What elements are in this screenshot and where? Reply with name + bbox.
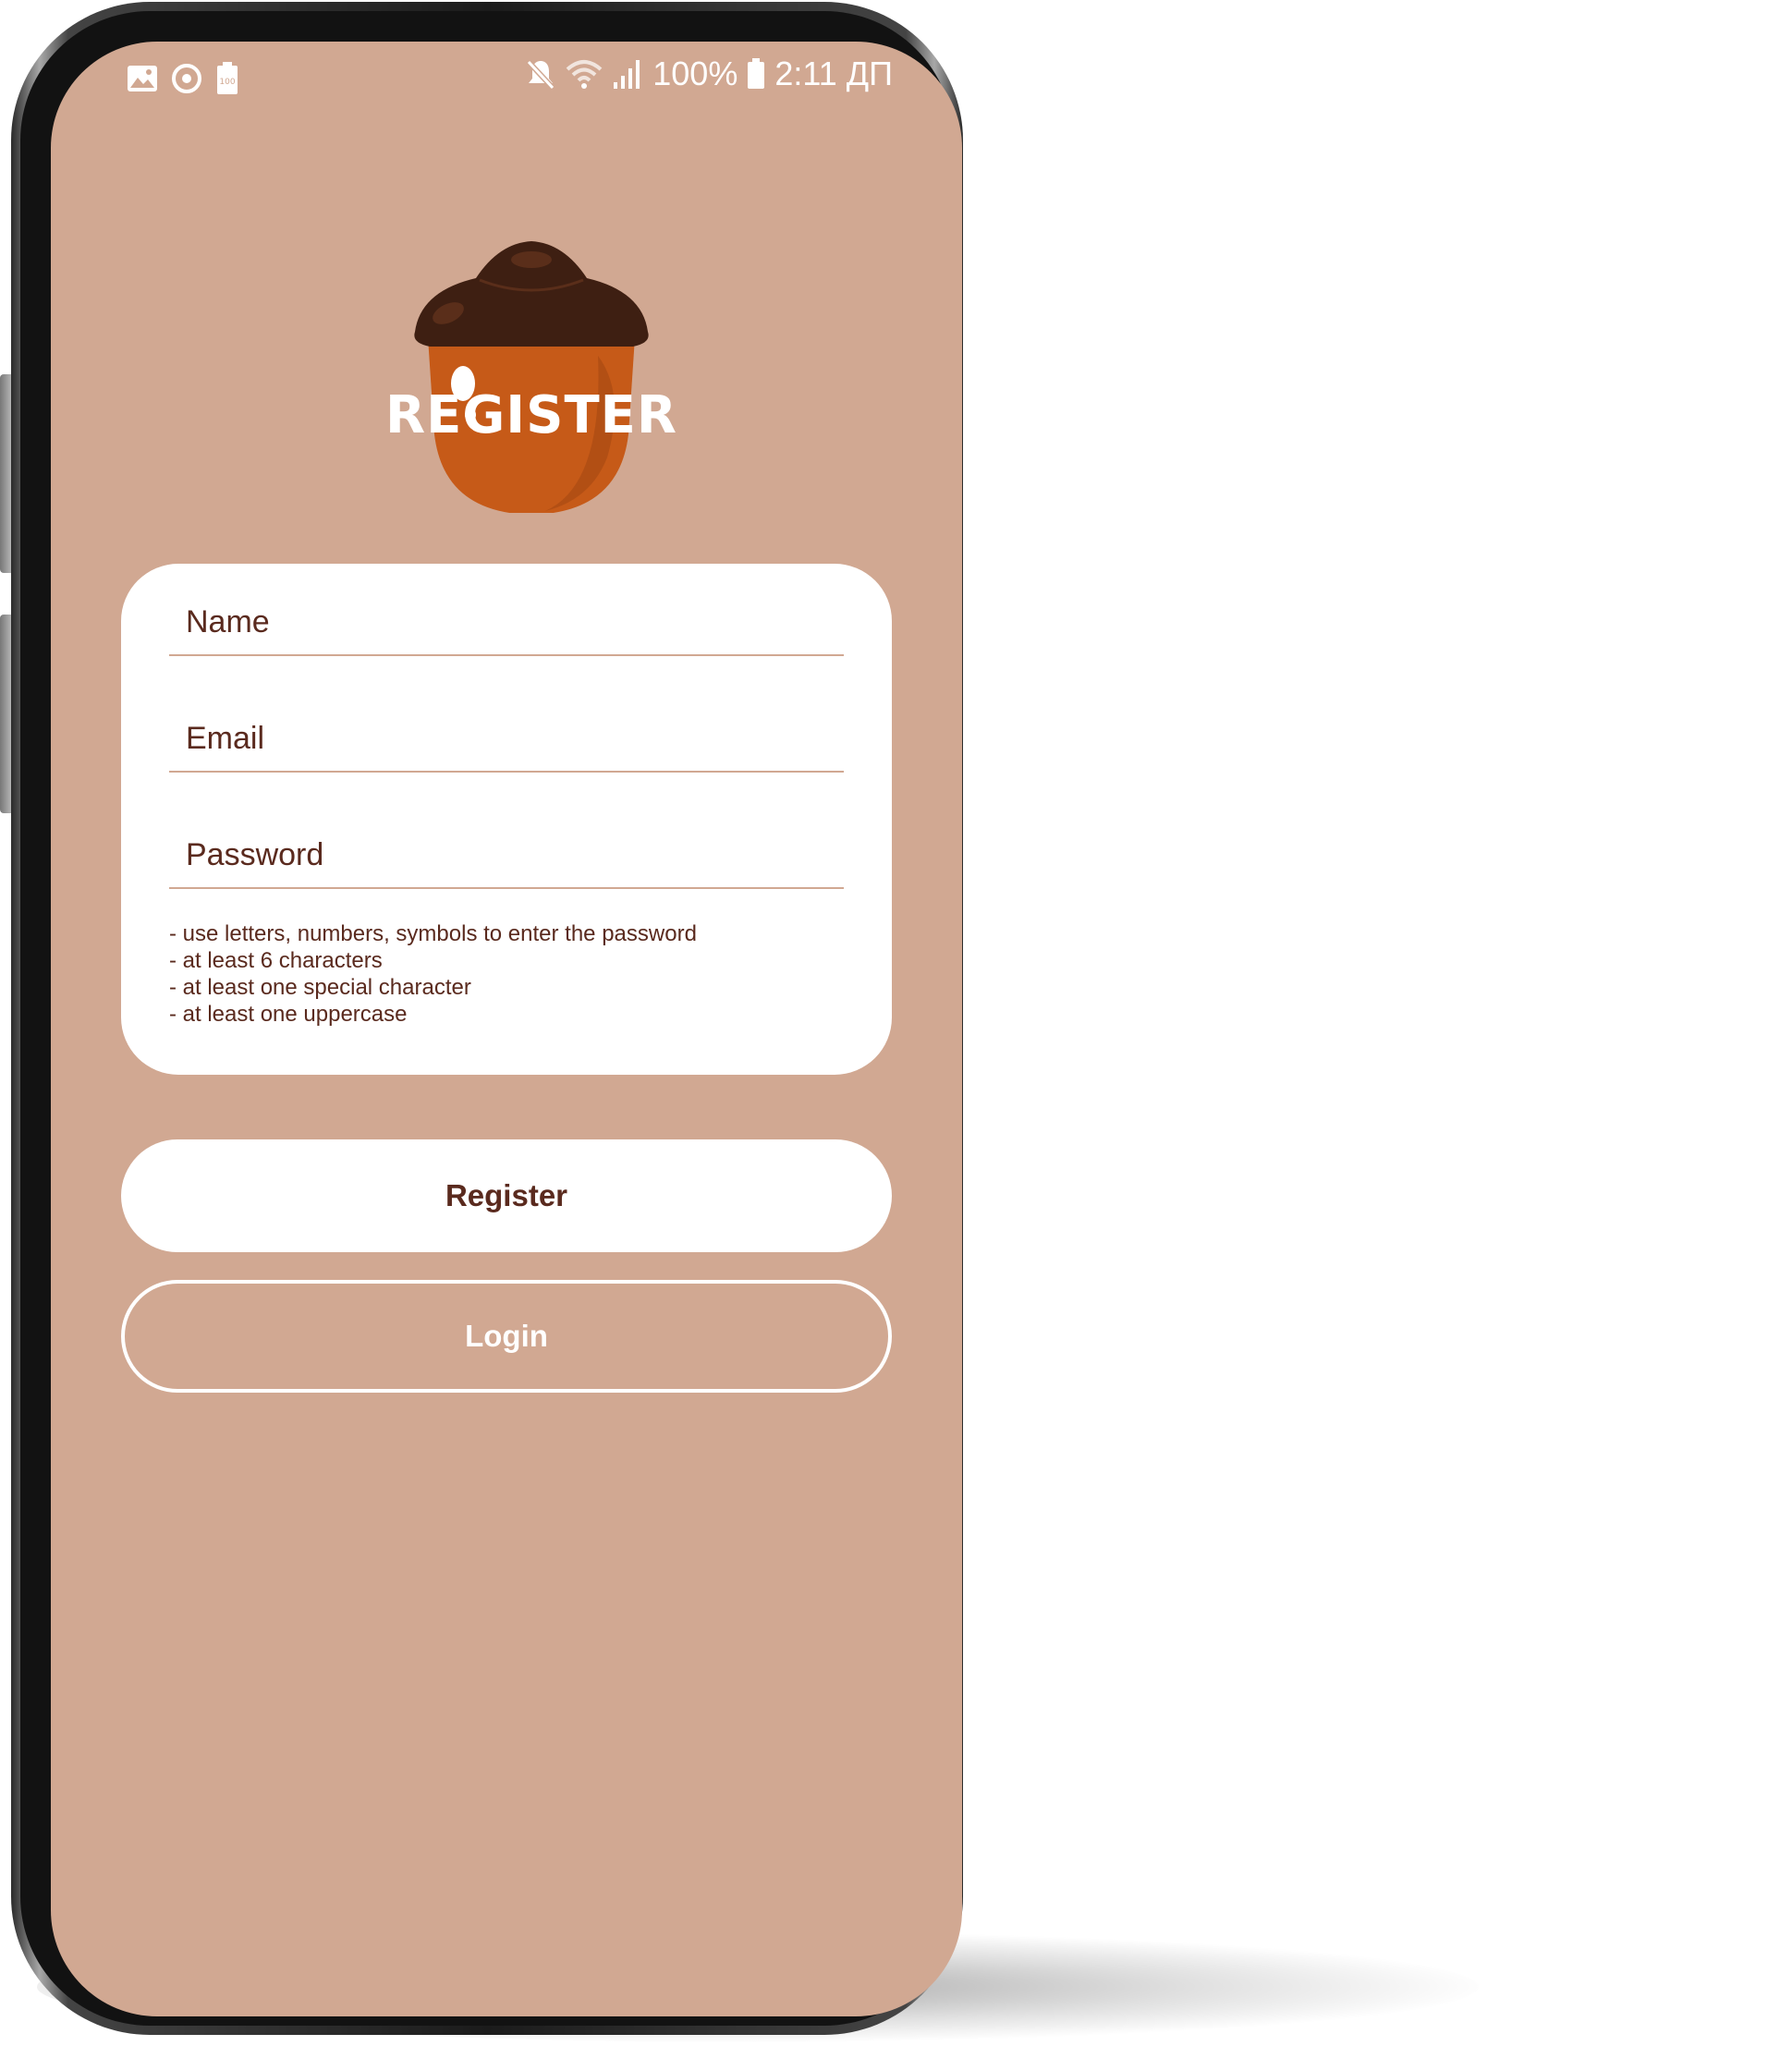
mute-icon xyxy=(525,58,556,90)
register-form-card: - use letters, numbers, symbols to enter… xyxy=(121,564,892,1075)
status-period: ДП xyxy=(846,55,893,92)
phone-frame: 100 100% 2:11 ДП REGISTER Name Email - u… xyxy=(11,2,963,2035)
status-time: 2:11 xyxy=(774,55,837,92)
app-logo: REGISTER xyxy=(384,236,679,513)
password-hint: - at least one special character xyxy=(169,975,471,1000)
register-button[interactable]: Register xyxy=(121,1139,892,1252)
phone-bezel: 100 100% 2:11 ДП REGISTER Name Email - u… xyxy=(20,11,962,2026)
wifi-icon xyxy=(566,58,603,90)
email-input[interactable] xyxy=(169,706,844,771)
image-icon xyxy=(127,65,158,92)
email-field xyxy=(169,706,844,773)
status-bar: 100 100% 2:11 ДП xyxy=(51,42,962,125)
login-button[interactable]: Login xyxy=(121,1280,892,1393)
password-hints: - use letters, numbers, symbols to enter… xyxy=(169,920,697,1028)
password-field xyxy=(169,822,844,889)
svg-text:100: 100 xyxy=(219,78,235,87)
name-field xyxy=(169,590,844,656)
password-input[interactable] xyxy=(169,822,844,887)
name-input[interactable] xyxy=(169,590,844,654)
password-hint: - at least one uppercase xyxy=(169,1002,408,1027)
app-screen: 100 100% 2:11 ДП REGISTER Name Email - u… xyxy=(51,42,962,2016)
status-right: 100% 2:11 ДП xyxy=(525,55,893,93)
acorn-icon xyxy=(414,241,649,513)
password-hint: - use letters, numbers, symbols to enter… xyxy=(169,921,697,946)
register-title: REGISTER xyxy=(384,385,678,445)
battery-saver-icon: 100 xyxy=(215,62,239,95)
sync-icon xyxy=(171,63,202,94)
battery-icon xyxy=(747,58,765,90)
status-left-icons: 100 xyxy=(127,62,239,95)
password-hint: - at least 6 characters xyxy=(169,948,383,973)
battery-percent: 100% xyxy=(652,55,738,92)
signal-icon xyxy=(612,58,643,90)
